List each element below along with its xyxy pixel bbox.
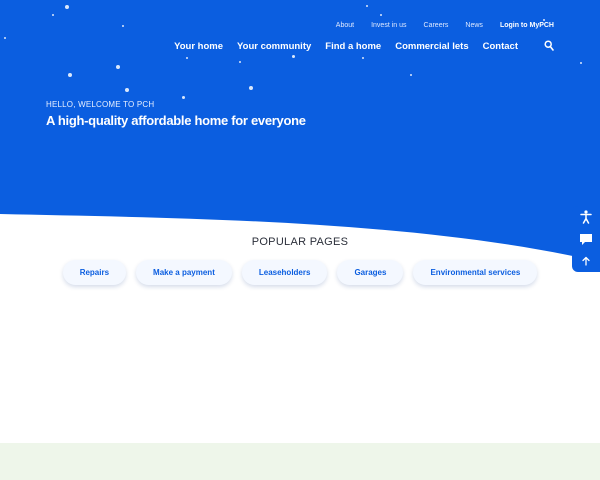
decorative-star (380, 14, 382, 16)
popular-link-repairs[interactable]: Repairs (62, 260, 127, 285)
decorative-star (543, 19, 545, 21)
search-icon (544, 40, 554, 51)
nav-commercial-lets[interactable]: Commercial lets (395, 41, 468, 52)
side-toolbar (572, 206, 600, 272)
decorative-star (580, 62, 582, 64)
decorative-star (125, 88, 129, 92)
accessibility-button[interactable] (576, 208, 596, 226)
decorative-star (249, 86, 253, 90)
util-link-invest[interactable]: Invest in us (371, 22, 406, 29)
decorative-star (186, 57, 188, 59)
search-button[interactable] (544, 40, 554, 52)
decorative-star (366, 5, 368, 7)
util-link-about[interactable]: About (336, 22, 354, 29)
decorative-star (182, 96, 185, 99)
hero-greeting: HELLO, WELCOME TO PCH (46, 100, 155, 109)
utility-nav: About Invest in us Careers News Login to… (319, 22, 554, 29)
decorative-star (239, 61, 241, 63)
login-link[interactable]: Login to MyPCH (500, 22, 554, 29)
decorative-star (116, 65, 120, 69)
popular-link-environmental-services[interactable]: Environmental services (413, 260, 538, 285)
chat-icon (580, 233, 592, 245)
popular-link-make-a-payment[interactable]: Make a payment (136, 260, 232, 285)
util-link-careers[interactable]: Careers (424, 22, 449, 29)
footer-band (0, 443, 600, 480)
accessibility-icon (580, 210, 592, 224)
hero-headline: A high-quality affordable home for every… (46, 113, 306, 128)
nav-your-home[interactable]: Your home (174, 41, 223, 52)
decorative-star (68, 73, 72, 77)
popular-link-garages[interactable]: Garages (337, 260, 404, 285)
decorative-star (65, 5, 69, 9)
decorative-star (292, 55, 295, 58)
chat-button[interactable] (576, 230, 596, 248)
back-to-top-icon (582, 256, 590, 266)
popular-link-leaseholders[interactable]: Leaseholders (241, 260, 328, 285)
hero-banner: About Invest in us Careers News Login to… (0, 0, 600, 260)
nav-your-community[interactable]: Your community (237, 41, 311, 52)
nav-contact[interactable]: Contact (483, 41, 518, 52)
decorative-star (362, 57, 364, 59)
main-nav: Your home Your community Find a home Com… (160, 40, 554, 52)
nav-find-a-home[interactable]: Find a home (325, 41, 381, 52)
back-to-top-button[interactable] (576, 252, 596, 270)
util-link-news[interactable]: News (465, 22, 483, 29)
decorative-star (4, 37, 6, 39)
popular-pages-list: Repairs Make a payment Leaseholders Gara… (0, 260, 600, 285)
hero-curve (0, 214, 591, 260)
popular-pages-title: POPULAR PAGES (251, 236, 349, 248)
decorative-star (410, 74, 412, 76)
decorative-star (52, 14, 54, 16)
decorative-star (122, 25, 124, 27)
